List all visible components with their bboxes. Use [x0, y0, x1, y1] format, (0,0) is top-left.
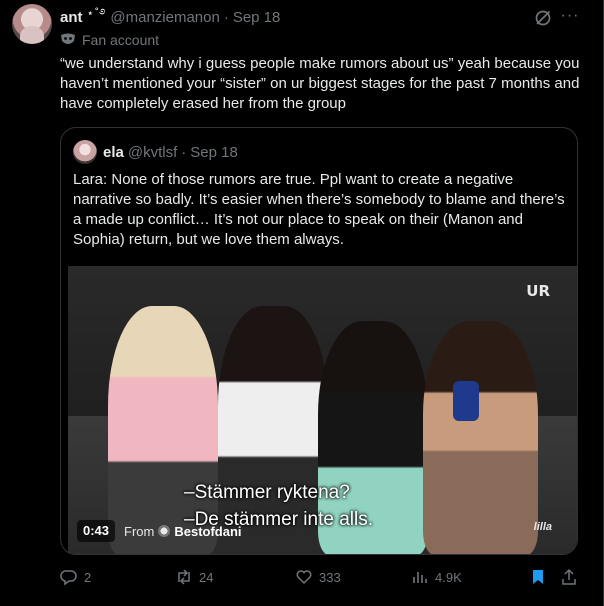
retweet-count: 24: [199, 569, 214, 585]
channel-logo: UR: [526, 282, 550, 300]
author-name[interactable]: ant: [60, 9, 83, 26]
author-avatar[interactable]: [12, 4, 52, 44]
views-count: 4.9K: [435, 569, 462, 585]
bookmark-icon: [533, 570, 543, 584]
share-button[interactable]: [560, 566, 578, 588]
tweet-date[interactable]: Sep 18: [233, 9, 281, 26]
quoted-author-name[interactable]: ela: [103, 144, 124, 161]
grok-icon[interactable]: [534, 9, 552, 27]
video-source-label: From: [124, 523, 155, 539]
like-button[interactable]: 333: [295, 566, 341, 588]
retweet-icon: [178, 569, 190, 585]
video-subtitle-line-1: –Stämmer ryktena?: [184, 482, 350, 503]
tweet-text: “we understand why i guess people make r…: [60, 55, 580, 112]
author-handle[interactable]: @manziemanon: [110, 9, 219, 26]
quoted-author-avatar[interactable]: [73, 140, 97, 164]
reply-count: 2: [84, 569, 92, 585]
reply-icon: [60, 570, 77, 586]
quoted-tweet-date[interactable]: Sep 18: [190, 144, 238, 161]
tweet[interactable]: ant ⋆˚࿔ @manziemanon · Sep 18 ··· Fan ac…: [0, 0, 604, 606]
video-source-name[interactable]: Bestofdani: [174, 524, 241, 539]
fan-account-label: Fan account: [60, 31, 159, 49]
video-timer: 0:43: [77, 520, 116, 542]
quoted-tweet-text: Lara: None of those rumors are true. Ppl…: [73, 171, 565, 248]
like-count: 333: [319, 569, 341, 585]
video-source-avatar: [158, 525, 171, 537]
fan-account-text: Fan account: [82, 32, 160, 48]
quoted-tweet[interactable]: ela @kvtlsf · Sep 18 Lara: None of those…: [60, 127, 578, 555]
separator-dot: ·: [181, 143, 187, 161]
quoted-author-handle[interactable]: @kvtlsf: [128, 144, 177, 161]
tweet-actions: 2 24 333 4.9K: [60, 566, 580, 588]
author-name-decoration: ⋆˚࿔: [86, 6, 107, 20]
heart-icon: [296, 570, 312, 585]
analytics-icon: [413, 572, 427, 583]
retweet-button[interactable]: 24: [175, 566, 213, 588]
bookmark-button[interactable]: [529, 566, 547, 588]
video-player[interactable]: UR lilla –Stämmer ryktena? –De stämmer i…: [68, 266, 577, 554]
video-subtitle-line-2: –De stämmer inte alls.: [184, 509, 374, 530]
views-button[interactable]: 4.9K: [411, 566, 462, 588]
tweet-header: ant ⋆˚࿔ @manziemanon · Sep 18: [60, 6, 280, 28]
mask-icon: [61, 33, 75, 44]
video-source[interactable]: From Bestofdani: [124, 520, 242, 542]
separator-dot: ·: [223, 8, 229, 26]
share-icon: [562, 568, 576, 585]
more-options-icon[interactable]: ···: [560, 8, 580, 28]
reply-button[interactable]: 2: [60, 566, 91, 588]
quoted-tweet-header: ela @kvtlsf · Sep 18: [103, 141, 238, 163]
microphone-shape: [453, 381, 479, 421]
